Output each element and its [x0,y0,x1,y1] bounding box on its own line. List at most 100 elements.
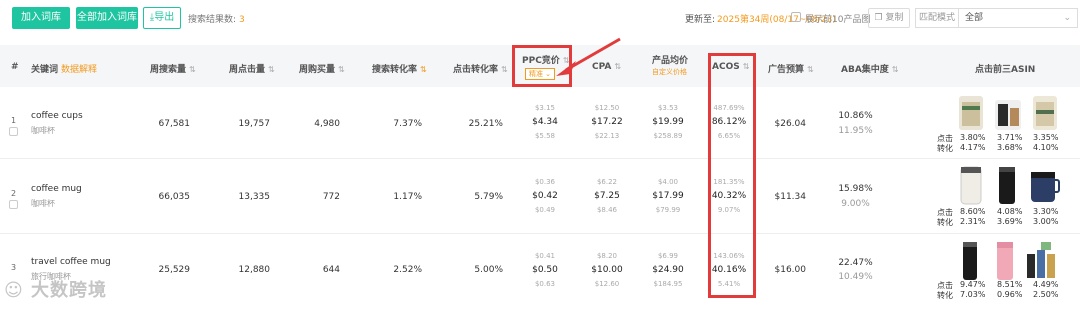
price-high: $184.95 [653,280,683,288]
custom-price-link[interactable]: 自定义价格 [652,67,687,77]
table-row: 3 travel coffee mug 旅行咖啡杯 25,529 12,880 … [0,235,1080,309]
weekly-search: 25,529 [158,265,191,275]
watermark-icon: ☺ [4,280,24,301]
row-checkbox[interactable] [9,127,18,136]
row-checkbox[interactable] [9,200,18,209]
watermark-logo: ☺ 大数跨境 [4,280,108,301]
keyword[interactable]: coffee mug [31,184,82,194]
asin2-click: 8.51% [997,280,1023,289]
add-all-to-library-button[interactable]: 全部加入词库 [76,7,138,29]
ppc-high: $5.58 [534,132,556,140]
ad-budget: $26.04 [774,119,807,129]
ppc-mid: $4.34 [532,117,558,127]
weekly-purchases: 772 [322,192,340,202]
cpa-mid: $10.00 [591,265,623,275]
sort-icon: ⇅ [501,65,508,74]
search-result-count: 搜索结果数: 3 [188,15,245,25]
asin2-click: 3.71% [997,133,1023,142]
weekly-search: 67,581 [158,119,191,129]
table-row: 1 coffee cups 咖啡杯 67,581 19,757 4,980 7.… [0,87,1080,159]
weekly-clicks: 12,880 [238,265,271,275]
product-thumbnail[interactable] [997,242,1013,280]
cpa-low: $12.50 [594,104,620,112]
aba-bottom: 11.95% [838,126,873,136]
aba-top: 15.98% [838,184,873,194]
weekly-search: 66,035 [158,192,191,202]
cpa-low: $6.22 [596,178,618,186]
col-index: # [11,62,19,72]
asin3-click: 3.35% [1033,133,1059,142]
asin2-conv: 0.96% [997,290,1023,299]
ad-budget: $16.00 [774,265,807,275]
price-low: $3.53 [657,104,679,112]
copy-button[interactable]: ❐ 复制 [868,8,910,28]
ppc-mid: $0.50 [532,265,558,275]
match-mode-select[interactable]: 全部 ⌄ [958,8,1078,28]
product-thumbnail[interactable] [1031,172,1060,202]
row-index: 1 [11,116,17,125]
col-weekly-purchases[interactable]: 周购买量 ⇅ [299,62,345,75]
keyword[interactable]: travel coffee mug [31,257,111,267]
sort-active-icon: ⇅ [420,65,427,74]
product-thumbnail[interactable] [1027,242,1055,278]
cpa-high: $22.13 [594,132,620,140]
col-avg-price: 产品均价 [652,56,689,66]
col-weekly-clicks[interactable]: 周点击量 ⇅ [229,62,275,75]
col-weekly-search[interactable]: 周搜索量 ⇅ [150,62,196,75]
asin3-click: 4.49% [1033,280,1059,289]
search-conv: 7.37% [393,119,422,129]
product-thumbnail[interactable] [959,96,983,130]
weekly-purchases: 4,980 [314,119,340,129]
sort-icon: ⇅ [807,65,814,74]
col-aba[interactable]: ABA集中度 ⇅ [841,62,899,75]
click-conv: 5.79% [474,192,503,202]
asin1-click: 8.60% [960,207,986,216]
asin1-conv: 2.31% [960,217,986,226]
table-row: 2 coffee mug 咖啡杯 66,035 13,335 772 1.17%… [0,160,1080,234]
col-ad-budget[interactable]: 广告预算 ⇅ [768,62,814,75]
keyword[interactable]: coffee cups [31,111,83,121]
asin2-click: 4.08% [997,207,1023,216]
asin-conv-label: 转化 [937,218,953,227]
ppc-high: $0.49 [534,206,556,214]
product-thumbnail[interactable] [995,100,1021,130]
sort-icon: ⇅ [338,65,345,74]
col-click-conv[interactable]: 点击转化率 ⇅ [453,62,508,75]
price-mid: $24.90 [652,265,684,275]
copy-icon: ❐ [874,13,883,23]
data-explain-link[interactable]: 数据解释 [61,65,97,75]
price-mid: $19.99 [652,117,684,127]
ppc-low: $3.15 [534,104,556,112]
asin-conv-label: 转化 [937,291,953,300]
export-label: 导出 [154,12,175,23]
col-search-conv[interactable]: 搜索转化率 ⇅ [372,62,427,75]
price-low: $6.99 [657,252,679,260]
ad-budget: $11.34 [774,192,807,202]
col-keyword: 关键词 数据解释 [31,65,98,75]
show-top10-label: 展示前10产品图 [805,15,871,25]
show-top10-checkbox[interactable] [791,12,801,22]
keyword-translation: 咖啡杯 [31,126,55,135]
search-conv: 1.17% [393,192,422,202]
product-thumbnail[interactable] [963,242,977,280]
product-thumbnail[interactable] [960,166,982,205]
search-conv: 2.52% [393,265,422,275]
asin3-click: 3.30% [1033,207,1059,216]
asin1-conv: 7.03% [960,290,986,299]
col-top3-asin: 点击前三ASIN [975,65,1036,75]
add-to-library-button[interactable]: 加入词库 [12,7,70,29]
aba-top: 10.86% [838,111,873,121]
toolbar: 加入词库 全部加入词库 ⤓导出 搜索结果数: 3 更新至: 2025第34周(08/… [0,0,1080,36]
sort-icon: ⇅ [891,65,899,74]
row-index: 3 [11,263,17,272]
aba-bottom: 9.00% [841,199,870,209]
ppc-high: $0.63 [534,280,556,288]
product-thumbnail[interactable] [999,167,1015,204]
ppc-low: $0.36 [534,178,556,186]
cpa-mid: $7.25 [594,191,620,201]
match-mode-label: 匹配模式 [915,8,959,28]
cpa-high: $8.46 [596,206,618,214]
product-thumbnail[interactable] [1033,96,1057,130]
chevron-down-icon: ⌄ [1063,13,1071,23]
export-button[interactable]: ⤓导出 [143,7,181,29]
